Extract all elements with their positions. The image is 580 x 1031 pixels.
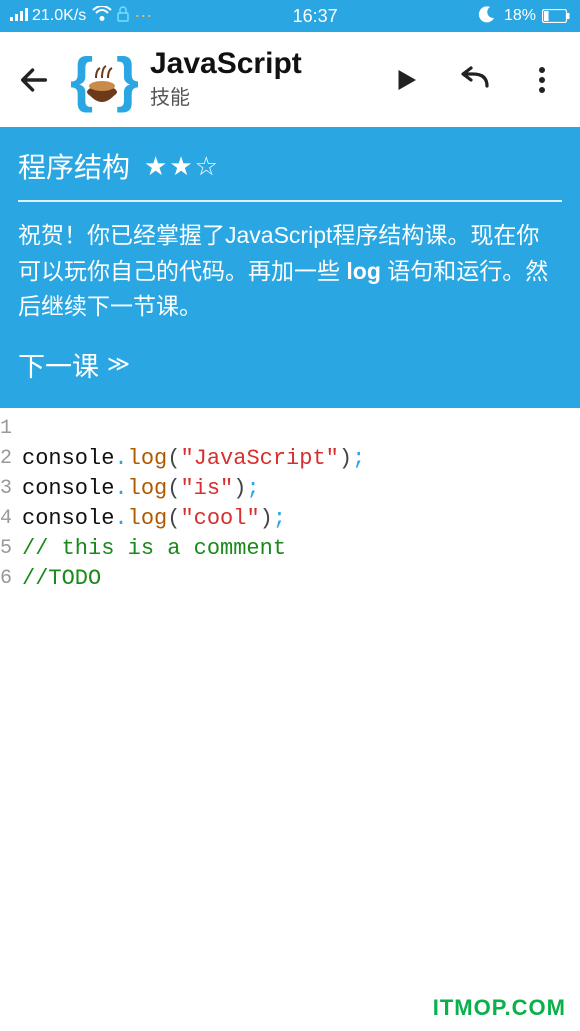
battery-percent: 18%	[504, 7, 536, 25]
network-speed: 21.0K/s	[32, 7, 86, 25]
code-editor[interactable]: 12console.log("JavaScript");3console.log…	[0, 408, 580, 594]
battery-icon	[542, 9, 570, 23]
line-number: 4	[0, 504, 18, 534]
code-line: 6//TODO	[0, 564, 580, 594]
code-content: console.log("cool");	[18, 504, 286, 534]
line-number: 2	[0, 444, 18, 474]
line-number: 5	[0, 534, 18, 564]
lesson-stars: ★★☆	[144, 151, 220, 182]
code-content	[18, 414, 22, 444]
overflow-menu-button[interactable]	[518, 56, 566, 104]
code-content: //TODO	[18, 564, 101, 594]
app-title: JavaScript	[150, 49, 362, 79]
next-lesson-link[interactable]: 下一课 ≫	[18, 345, 562, 384]
moon-icon	[478, 5, 496, 28]
wifi-icon	[92, 6, 112, 27]
lesson-title: 程序结构	[18, 146, 130, 186]
lock-icon	[116, 6, 130, 27]
lesson-header: 程序结构 ★★☆	[18, 146, 562, 186]
chevron-double-right-icon: ≫	[107, 351, 126, 377]
lesson-divider	[18, 200, 562, 202]
run-button[interactable]	[382, 56, 430, 104]
line-number: 3	[0, 474, 18, 504]
code-line: 4console.log("cool");	[0, 504, 580, 534]
next-lesson-label: 下一课	[18, 345, 99, 384]
line-number: 1	[0, 414, 18, 444]
app-bar: { } JavaScript 技能	[0, 32, 580, 128]
svg-text:}: }	[116, 46, 138, 113]
undo-button[interactable]	[450, 56, 498, 104]
app-logo: { }	[66, 44, 138, 116]
more-icon: ⋯	[134, 6, 152, 27]
status-bar: 21.0K/s ⋯ 16:37 18%	[0, 0, 580, 32]
status-right: 18%	[478, 5, 570, 28]
watermark: ITMOP.COM	[433, 995, 566, 1021]
code-line: 2console.log("JavaScript");	[0, 444, 580, 474]
lesson-body-bold: log	[346, 258, 381, 284]
lesson-panel: 程序结构 ★★☆ 祝贺！你已经掌握了JavaScript程序结构课。现在你可以玩…	[0, 128, 580, 408]
code-line: 3console.log("is");	[0, 474, 580, 504]
code-content: console.log("is");	[18, 474, 260, 504]
code-content: // this is a comment	[18, 534, 286, 564]
status-time: 16:37	[152, 6, 478, 27]
svg-text:{: {	[70, 46, 93, 113]
line-number: 6	[0, 564, 18, 594]
status-left: 21.0K/s ⋯	[10, 6, 152, 27]
signal-icon	[10, 7, 28, 26]
app-title-block: JavaScript 技能	[146, 49, 362, 110]
app-subtitle: 技能	[150, 81, 362, 110]
code-content: console.log("JavaScript");	[18, 444, 365, 474]
back-button[interactable]	[14, 60, 54, 100]
lesson-body: 祝贺！你已经掌握了JavaScript程序结构课。现在你可以玩你自己的代码。再加…	[18, 218, 562, 325]
code-line: 5// this is a comment	[0, 534, 580, 564]
code-line: 1	[0, 414, 580, 444]
